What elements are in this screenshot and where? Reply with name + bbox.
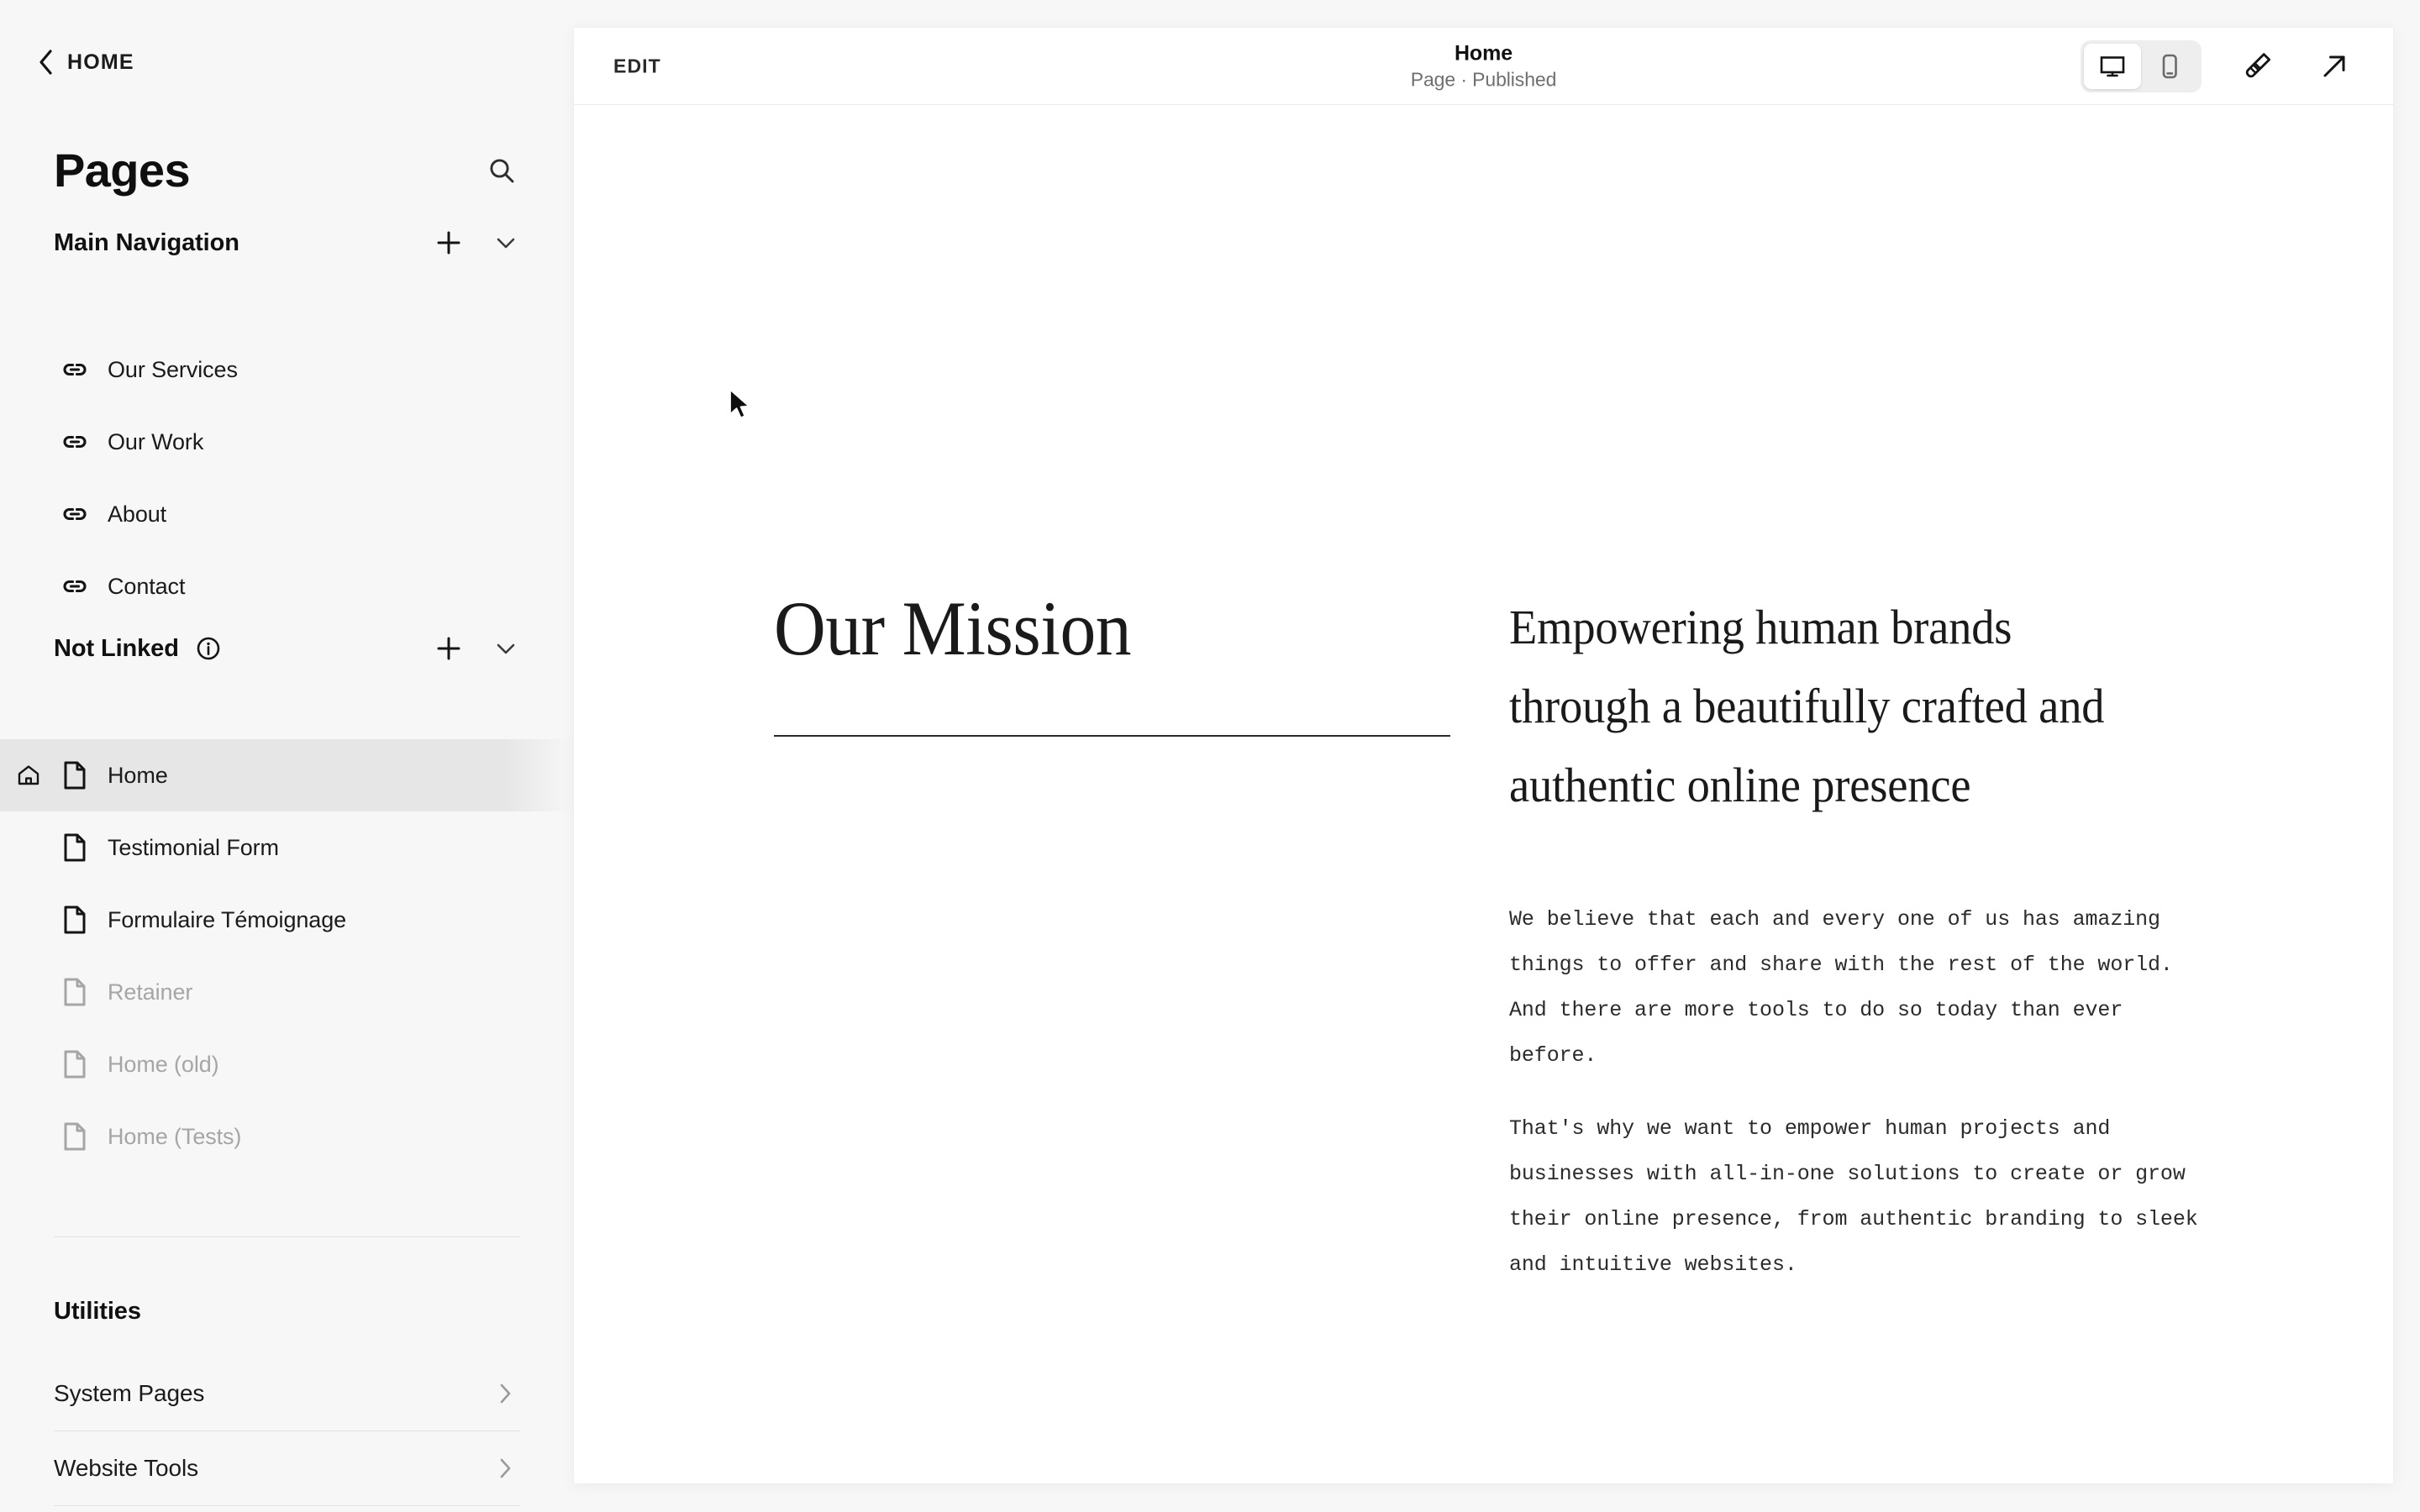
sidebar-item-label: About — [108, 501, 167, 527]
sidebar-item-label: Home — [108, 762, 168, 788]
utility-row-system-pages[interactable]: System Pages — [54, 1357, 520, 1431]
page-icon — [60, 833, 89, 862]
sidebar-item-home-old[interactable]: Home (old) — [0, 1028, 574, 1100]
paintbrush-icon[interactable] — [2235, 45, 2279, 88]
page-icon — [60, 978, 89, 1006]
sidebar-item-about[interactable]: About — [0, 478, 574, 550]
toolbar-page-title: Home — [1454, 41, 1513, 66]
not-linked-list: Home Testimonial Form Formulaire Témoign… — [0, 739, 574, 1173]
back-label: HOME — [67, 50, 134, 74]
plus-icon[interactable] — [434, 634, 463, 663]
chevron-left-icon — [37, 49, 54, 76]
mission-right-column: Empowering human brands through a beauti… — [1509, 588, 2198, 1288]
section-header-not-linked: Not Linked — [54, 634, 520, 663]
sidebar-item-label: Contact — [108, 573, 186, 599]
page-editor-app: HOME Pages Main Navigation Our Services … — [0, 0, 2420, 1512]
sidebar-item-label: Our Work — [108, 428, 204, 454]
page-canvas: Our Mission Empowering human brands thro… — [574, 105, 2393, 1483]
paragraph: That's why we want to empower human proj… — [1509, 1116, 2198, 1277]
paragraph: We believe that each and every one of us… — [1509, 906, 2173, 1068]
arrow-up-right-icon[interactable] — [2312, 45, 2356, 88]
sidebar-divider — [54, 1505, 520, 1506]
chevron-down-icon[interactable] — [492, 228, 520, 257]
plus-icon[interactable] — [434, 228, 463, 257]
page-icon — [60, 1050, 89, 1079]
status-badge: Page · Published — [1410, 68, 1557, 91]
sidebar-item-label: Retainer — [108, 979, 193, 1005]
link-icon — [60, 428, 89, 456]
mission-left-column: Our Mission — [774, 588, 1450, 1288]
pages-sidebar: HOME Pages Main Navigation Our Services … — [0, 0, 574, 1512]
info-icon[interactable] — [194, 634, 223, 663]
heading-rule — [774, 734, 1450, 737]
link-icon — [60, 500, 89, 528]
section-title: Main Navigation — [54, 228, 239, 256]
section-heading: Our Mission — [774, 585, 1132, 671]
view-mode-switch — [2081, 39, 2202, 92]
toolbar-actions — [2081, 39, 2356, 92]
sidebar-item-retainer[interactable]: Retainer — [0, 956, 574, 1028]
link-icon — [60, 572, 89, 601]
sidebar-item-our-services[interactable]: Our Services — [0, 333, 574, 406]
pages-header: Pages — [54, 147, 520, 194]
sidebar-item-label: Home (old) — [108, 1051, 219, 1077]
desktop-icon[interactable] — [2084, 43, 2141, 89]
sidebar-item-testimonial-form[interactable]: Testimonial Form — [0, 811, 574, 884]
sidebar-item-label: Home (Tests) — [108, 1123, 242, 1149]
utility-row-website-tools[interactable]: Website Tools — [54, 1431, 520, 1505]
home-icon — [15, 762, 42, 789]
mission-lede: Empowering human brands through a beauti… — [1509, 600, 2105, 812]
sidebar-item-contact[interactable]: Contact — [0, 550, 574, 622]
chevron-right-icon — [492, 1379, 520, 1408]
section-header-main-navigation: Main Navigation — [54, 228, 520, 257]
sidebar-divider — [54, 1236, 520, 1237]
edit-button[interactable]: EDIT — [613, 55, 661, 77]
sidebar-item-home[interactable]: Home — [0, 739, 574, 811]
sidebar-item-home-tests[interactable]: Home (Tests) — [0, 1100, 574, 1173]
mission-section: Our Mission Empowering human brands thro… — [774, 588, 2202, 1288]
sidebar-item-our-work[interactable]: Our Work — [0, 406, 574, 478]
utility-label: Website Tools — [54, 1455, 198, 1481]
section-header-utilities: Utilities — [54, 1298, 520, 1326]
section-title: Utilities — [54, 1298, 141, 1325]
page-title: Pages — [54, 144, 191, 197]
sidebar-item-formulaire-temoignage[interactable]: Formulaire Témoignage — [0, 884, 574, 956]
sidebar-item-label: Testimonial Form — [108, 834, 279, 860]
section-title: Not Linked — [54, 634, 179, 662]
page-icon — [60, 906, 89, 934]
chevron-down-icon[interactable] — [492, 634, 520, 663]
utility-label: System Pages — [54, 1380, 205, 1406]
main-navigation-list: Our Services Our Work About Contact — [0, 333, 574, 622]
sidebar-item-label: Formulaire Témoignage — [108, 906, 347, 932]
chevron-right-icon — [492, 1454, 520, 1483]
page-icon — [60, 761, 89, 790]
link-icon — [60, 355, 89, 384]
page-icon — [60, 1122, 89, 1151]
toolbar-page-info: Home Page · Published — [1411, 40, 1557, 92]
back-to-home-button[interactable]: HOME — [37, 49, 134, 76]
mission-body: We believe that each and every one of us… — [1509, 897, 2198, 1288]
mobile-icon[interactable] — [2141, 44, 2198, 89]
page-preview-panel: EDIT Home Page · Published Our Mission E… — [574, 28, 2393, 1483]
sidebar-item-label: Our Services — [108, 356, 238, 382]
preview-toolbar: EDIT Home Page · Published — [574, 28, 2393, 105]
search-icon[interactable] — [483, 152, 520, 189]
